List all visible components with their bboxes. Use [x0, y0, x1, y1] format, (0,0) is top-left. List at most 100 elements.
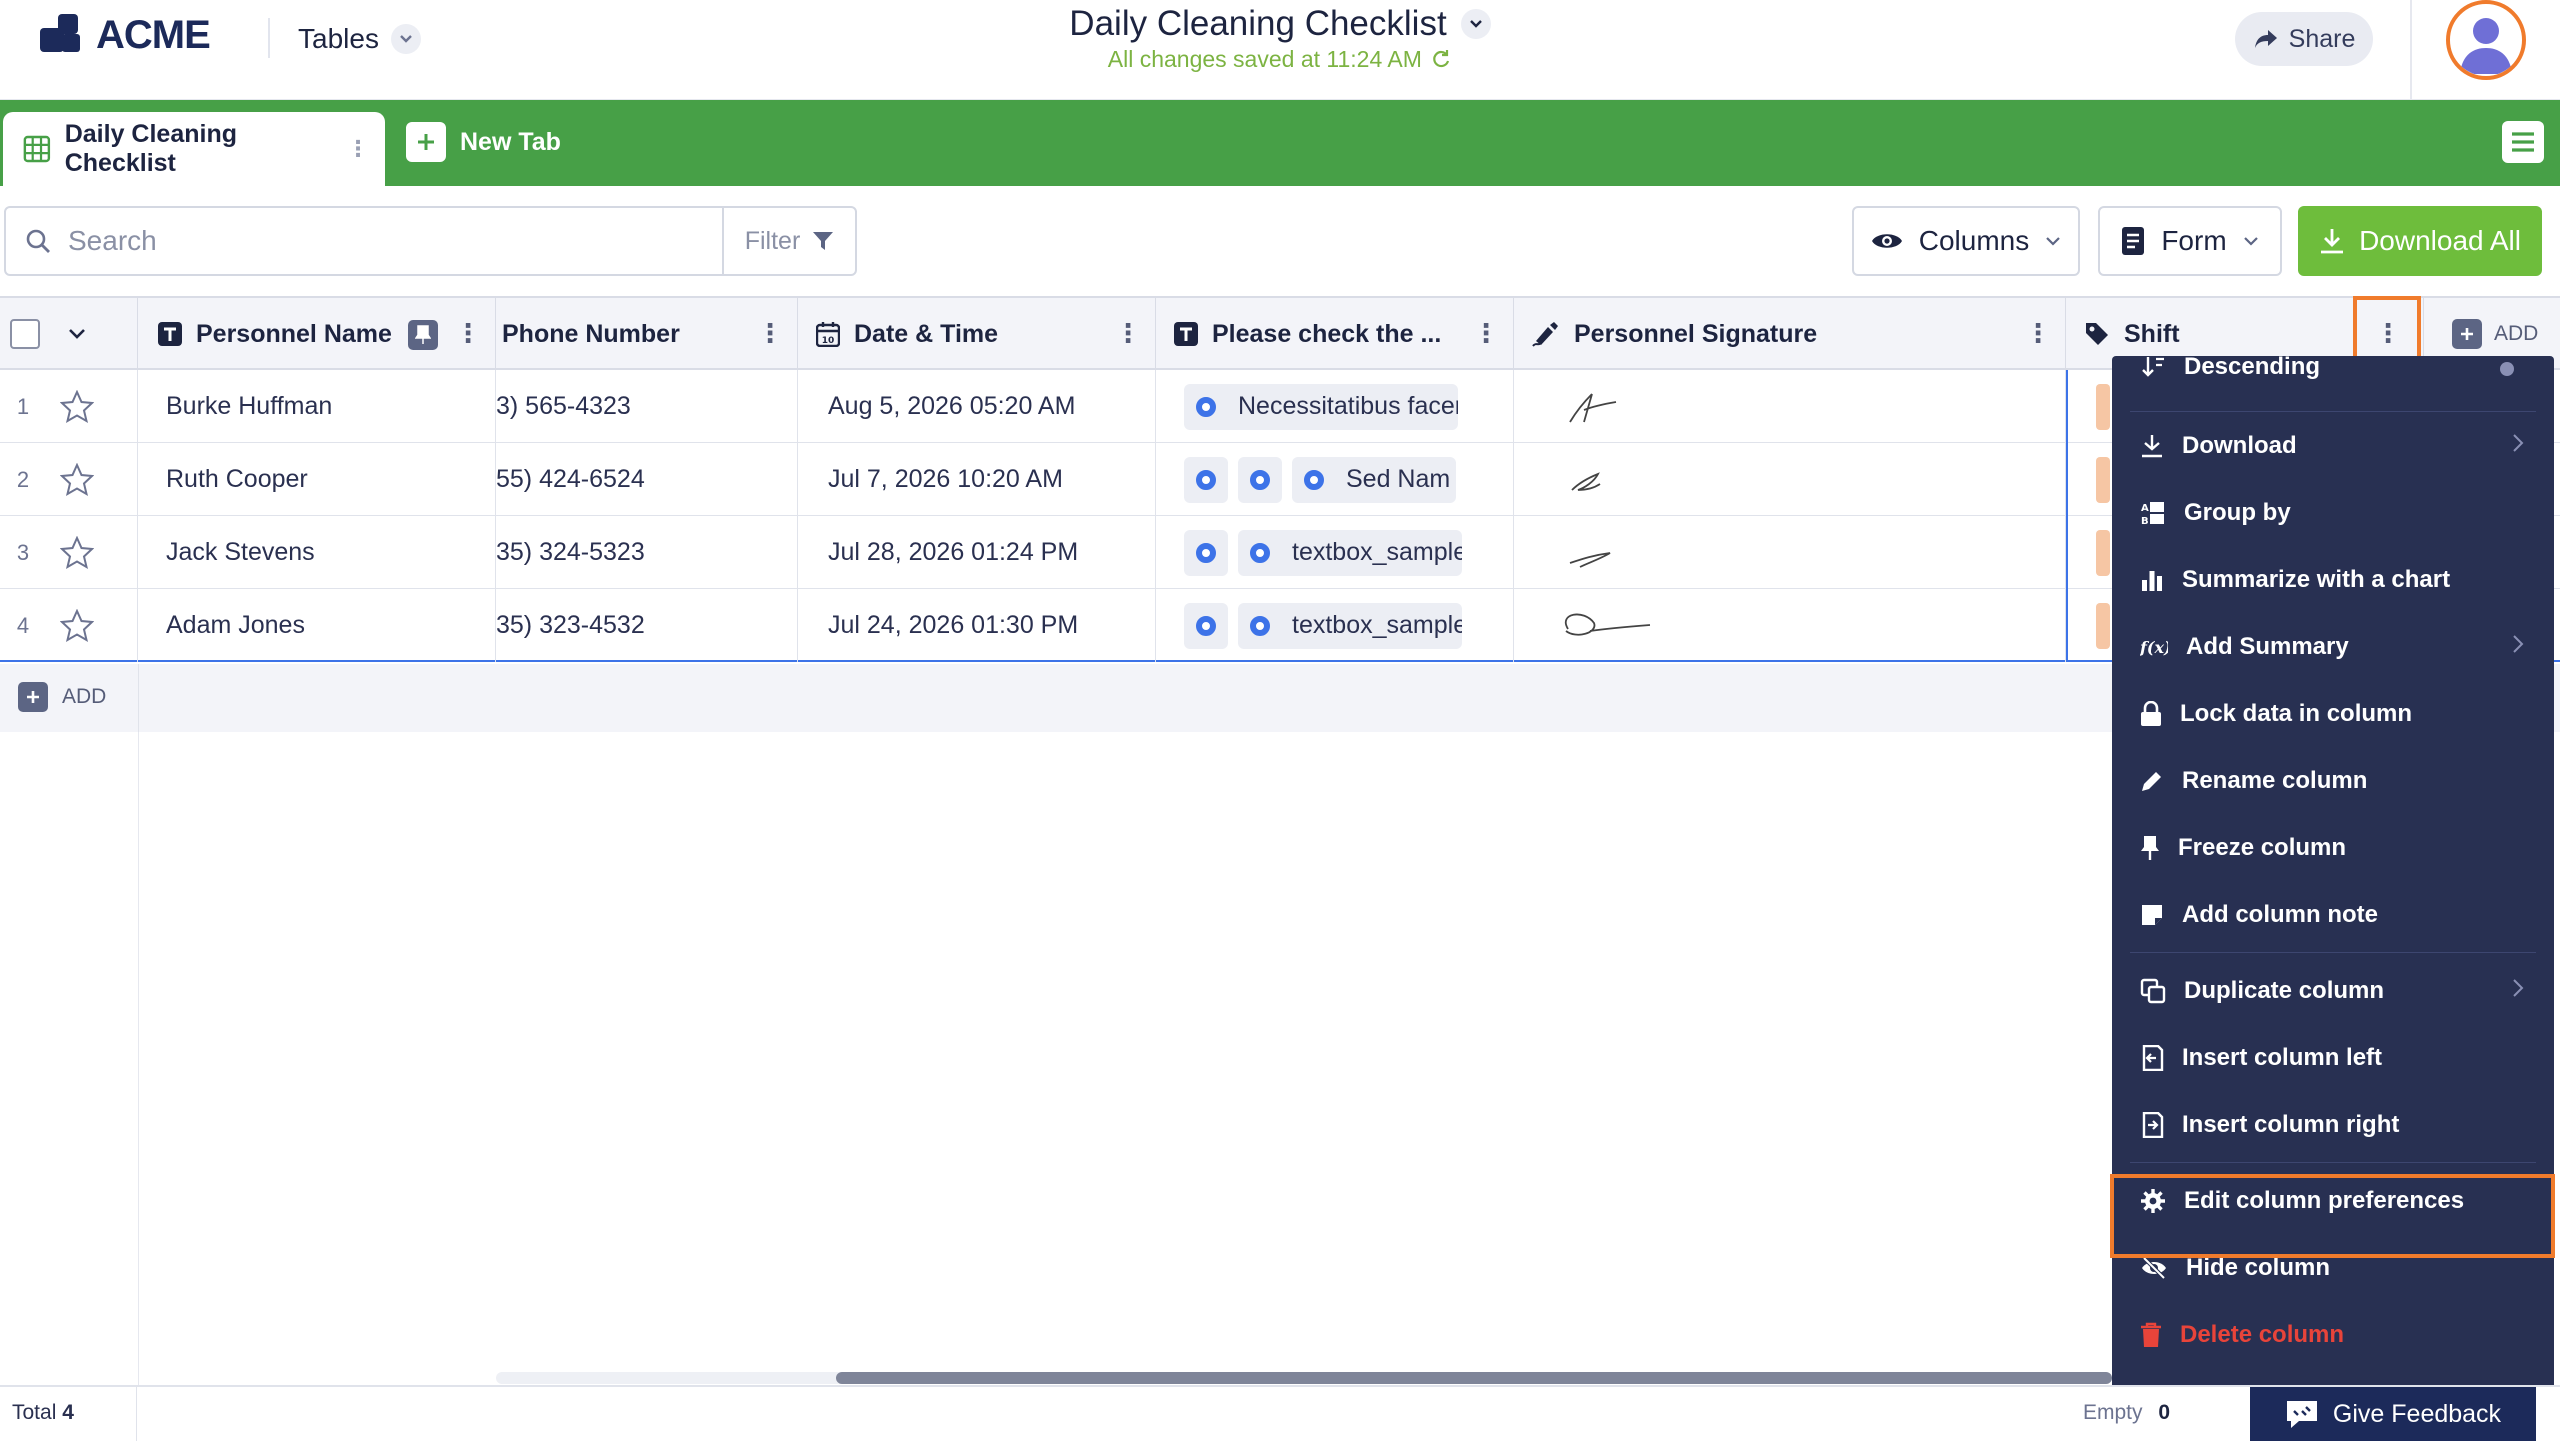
empty-count: Empty 0	[2083, 1401, 2170, 1425]
option-chip: textbox_sample	[1238, 529, 1462, 576]
cell-please-check[interactable]: textbox_sample	[1156, 516, 1514, 589]
total-label: Total	[12, 1401, 57, 1424]
chevron-down-icon	[2243, 237, 2258, 246]
star-icon[interactable]	[60, 390, 94, 424]
cell-phone-number[interactable]: 35) 324-5323	[496, 516, 798, 589]
cell-date-time[interactable]: Jul 7, 2026 10:20 AM	[798, 443, 1156, 516]
cell-date-time[interactable]: Jul 24, 2026 01:30 PM	[798, 589, 1156, 662]
column-header-personnel-name[interactable]: Personnel Name ⋮	[138, 298, 496, 370]
menu-item-delete-column[interactable]: Delete column	[2112, 1304, 2554, 1366]
search-input[interactable]	[68, 225, 668, 257]
signature-image	[1571, 471, 1601, 491]
pin-icon[interactable]	[408, 320, 438, 350]
menu-item-summarize-chart[interactable]: Summarize with a chart	[2112, 549, 2554, 611]
new-tab-button[interactable]: New Tab	[406, 120, 561, 164]
cell-date-time[interactable]: Jul 28, 2026 01:24 PM	[798, 516, 1156, 589]
column-options-icon[interactable]: ⋮	[2025, 320, 2051, 346]
trash-icon	[2141, 1322, 2161, 1347]
menu-item-download[interactable]: Download	[2112, 415, 2554, 477]
star-icon[interactable]	[60, 536, 94, 570]
empty-value: 0	[2158, 1401, 2171, 1424]
cell-personnel-name[interactable]: Ruth Cooper	[138, 443, 496, 516]
share-button[interactable]: Share	[2235, 12, 2373, 66]
menu-item-add-summary[interactable]: f(x) Add Summary	[2112, 616, 2554, 678]
divider	[138, 732, 139, 1385]
chip-text: textbox_sample	[1292, 538, 1462, 566]
cell-personnel-name[interactable]: Burke Huffman	[138, 370, 496, 443]
cell-personnel-name[interactable]: Jack Stevens	[138, 516, 496, 589]
add-row-label: ADD	[62, 685, 107, 708]
text-type-icon	[158, 322, 182, 346]
cell-signature[interactable]	[1514, 443, 2066, 516]
menu-item-rename-column[interactable]: Rename column	[2112, 750, 2554, 812]
tab-options-icon[interactable]: ⋮	[347, 138, 369, 160]
column-options-icon[interactable]: ⋮	[455, 320, 481, 346]
menu-label: Summarize with a chart	[2182, 566, 2451, 593]
cell-phone-number[interactable]: 3) 565-4323	[496, 370, 798, 443]
cell-please-check[interactable]: textbox_sample	[1156, 589, 1514, 662]
eye-off-icon	[2142, 1256, 2166, 1280]
share-label: Share	[2288, 24, 2356, 53]
bar-chart-icon	[2142, 571, 2162, 591]
add-row-button[interactable]: ADD	[18, 682, 106, 712]
column-header-label: Date & Time	[854, 319, 999, 348]
cell-please-check[interactable]: Necessitatibus facer	[1156, 370, 1514, 443]
row-number: 4	[16, 612, 30, 638]
cell-signature[interactable]	[1514, 516, 2066, 589]
column-options-icon[interactable]: ⋮	[1115, 320, 1141, 346]
star-icon[interactable]	[60, 609, 94, 643]
cell-please-check[interactable]: Sed Nam e	[1156, 443, 1514, 516]
chevron-down-icon	[1460, 9, 1491, 39]
option-chip	[1238, 456, 1282, 503]
menu-label: Hide column	[2186, 1254, 2331, 1281]
download-all-label: Download All	[2359, 225, 2521, 256]
radio-icon	[1250, 469, 1270, 490]
column-header-please-check[interactable]: Please check the ... ⋮	[1156, 298, 1514, 370]
menu-item-duplicate-column[interactable]: Duplicate column	[2112, 960, 2554, 1022]
column-header-date-time[interactable]: 10 Date & Time ⋮	[798, 298, 1156, 370]
cell-phone-number[interactable]: 35) 323-4532	[496, 589, 798, 662]
column-options-icon[interactable]: ⋮	[757, 320, 783, 346]
top-bar: ACME Tables Daily Cleaning Checklist All…	[0, 0, 2560, 100]
column-header-phone-number[interactable]: Phone Number ⋮	[496, 298, 798, 370]
menu-item-add-column-note[interactable]: Add column note	[2112, 884, 2554, 946]
menu-item-insert-column-right[interactable]: Insert column right	[2112, 1094, 2554, 1156]
menu-item-descending[interactable]: Descending	[2112, 356, 2554, 398]
download-all-button[interactable]: Download All	[2298, 206, 2542, 276]
filter-button[interactable]: Filter	[722, 206, 857, 276]
menu-hamburger-icon[interactable]	[2502, 121, 2544, 163]
plus-icon	[406, 122, 446, 162]
columns-button[interactable]: Columns	[1852, 206, 2080, 276]
cell-signature[interactable]	[1514, 589, 2066, 662]
search-box	[4, 206, 724, 276]
filter-label: Filter	[744, 226, 801, 255]
cell-personnel-name[interactable]: Adam Jones	[138, 589, 496, 662]
column-options-icon[interactable]: ⋮	[1473, 320, 1499, 346]
cell-phone-number[interactable]: 55) 424-6524	[496, 443, 798, 516]
cell-date-time[interactable]: Aug 5, 2026 05:20 AM	[798, 370, 1156, 443]
user-avatar[interactable]	[2446, 0, 2526, 80]
tab-daily-cleaning-checklist[interactable]: Daily Cleaning Checklist ⋮	[3, 112, 385, 186]
tab-bar: Daily Cleaning Checklist ⋮ New Tab	[0, 100, 2560, 186]
menu-item-group-by[interactable]: AB Group by	[2112, 482, 2554, 544]
row-controls: 1	[0, 370, 138, 443]
form-button[interactable]: Form	[2098, 206, 2282, 276]
give-feedback-button[interactable]: Give Feedback	[2250, 1387, 2536, 1441]
option-chip: textbox_sample	[1238, 602, 1462, 649]
column-header-personnel-signature[interactable]: Personnel Signature ⋮	[1514, 298, 2066, 370]
menu-item-insert-column-left[interactable]: Insert column left	[2112, 1027, 2554, 1089]
chevron-down-icon[interactable]	[68, 328, 86, 340]
cell-signature[interactable]	[1514, 370, 2066, 443]
option-chip	[1184, 456, 1228, 503]
horizontal-scrollbar-thumb[interactable]	[836, 1372, 2112, 1384]
menu-item-freeze-column[interactable]: Freeze column	[2112, 817, 2554, 879]
group-by-icon: AB	[2141, 502, 2164, 526]
doc-title-dropdown[interactable]: Daily Cleaning Checklist	[1069, 4, 1491, 44]
refresh-icon	[1433, 50, 1450, 68]
select-all-checkbox[interactable]	[10, 319, 40, 349]
signature-image	[1569, 551, 1611, 568]
new-tab-label: New Tab	[460, 127, 561, 156]
menu-item-lock-data[interactable]: Lock data in column	[2112, 683, 2554, 745]
save-status: All changes saved at 11:24 AM	[0, 46, 2560, 73]
star-icon[interactable]	[60, 463, 94, 497]
